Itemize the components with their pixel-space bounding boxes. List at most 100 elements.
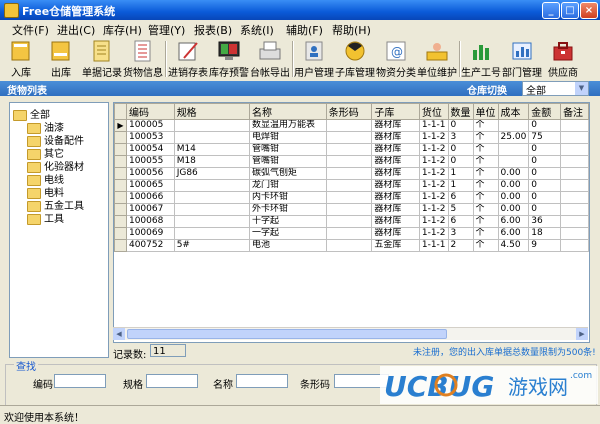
table-cell[interactable]: 一字起 [249, 227, 327, 240]
scroll-right-icon[interactable]: ▶ [576, 328, 588, 340]
table-cell[interactable] [560, 227, 589, 240]
column-header[interactable]: 货位 [418, 103, 449, 120]
menu-stock[interactable]: 库存(H) [103, 22, 142, 38]
column-header[interactable]: 备注 [560, 103, 589, 120]
table-cell[interactable]: 外卡环钳 [249, 203, 327, 216]
table-cell[interactable] [325, 131, 373, 144]
table-cell[interactable]: 1-1-1 [418, 239, 449, 252]
table-cell[interactable]: 个 [472, 131, 499, 144]
table-cell[interactable]: 器材库 [371, 191, 420, 204]
spec-field[interactable] [146, 374, 198, 388]
table-cell[interactable]: JG86 [173, 167, 251, 180]
table-cell[interactable]: 个 [472, 203, 499, 216]
table-cell[interactable]: 十字起 [249, 215, 327, 228]
table-cell[interactable] [497, 119, 530, 132]
menu-system[interactable]: 系统(I) [240, 22, 274, 38]
scroll-thumb[interactable] [127, 329, 447, 339]
table-cell[interactable] [560, 143, 589, 156]
table-cell[interactable]: 个 [472, 227, 499, 240]
table-cell[interactable]: 0.00 [497, 191, 530, 204]
in-stock-button[interactable]: 入库 [2, 38, 40, 80]
table-cell[interactable]: 6 [447, 215, 474, 228]
column-header[interactable]: 数量 [447, 103, 474, 120]
table-cell[interactable]: 100055 [125, 155, 175, 168]
table-cell[interactable]: 个 [472, 239, 499, 252]
menu-manage[interactable]: 管理(Y) [148, 22, 185, 38]
table-cell[interactable]: 1-1-2 [418, 203, 449, 216]
sub-store-button[interactable]: 子库管理 [335, 38, 375, 80]
table-cell[interactable] [173, 119, 251, 132]
table-cell[interactable]: 6.00 [497, 215, 530, 228]
table-cell[interactable] [497, 155, 530, 168]
table-cell[interactable]: 1-1-2 [418, 131, 449, 144]
column-header[interactable]: 单位 [472, 103, 499, 120]
table-cell[interactable]: 器材库 [371, 215, 420, 228]
report-button[interactable]: 进销存表 [168, 38, 208, 80]
table-cell[interactable]: 器材库 [371, 143, 420, 156]
table-cell[interactable] [173, 203, 251, 216]
table-cell[interactable] [560, 215, 589, 228]
column-header[interactable]: 金额 [528, 103, 562, 120]
table-cell[interactable] [560, 167, 589, 180]
stock-warning-button[interactable]: 库存预警 [209, 38, 249, 80]
row-indicator[interactable] [114, 239, 127, 252]
table-cell[interactable]: 0 [447, 143, 474, 156]
production-no-button[interactable]: 生产工号 [461, 38, 501, 80]
table-cell[interactable]: 数显温用万能表 [249, 119, 327, 132]
column-header[interactable]: 编码 [125, 103, 175, 120]
table-cell[interactable] [173, 131, 251, 144]
table-cell[interactable]: M14 [173, 143, 251, 156]
table-cell[interactable] [497, 143, 530, 156]
table-cell[interactable]: 器材库 [371, 179, 420, 192]
unit-button[interactable]: 单位维护 [417, 38, 457, 80]
table-cell[interactable]: 个 [472, 179, 499, 192]
table-cell[interactable]: 1 [447, 167, 474, 180]
table-cell[interactable]: 个 [472, 155, 499, 168]
table-cell[interactable]: 100005 [125, 119, 175, 132]
table-cell[interactable] [325, 239, 373, 252]
maximize-button[interactable]: □ [561, 2, 579, 19]
table-cell[interactable]: 25.00 [497, 131, 530, 144]
table-cell[interactable]: 个 [472, 119, 499, 132]
table-cell[interactable]: 个 [472, 143, 499, 156]
table-cell[interactable]: 0 [447, 155, 474, 168]
table-cell[interactable]: 100066 [125, 191, 175, 204]
table-cell[interactable]: 100068 [125, 215, 175, 228]
row-indicator[interactable] [114, 227, 127, 240]
table-cell[interactable]: 75 [528, 131, 562, 144]
row-indicator[interactable] [114, 131, 127, 144]
table-cell[interactable]: 6.00 [497, 227, 530, 240]
table-cell[interactable] [173, 179, 251, 192]
row-indicator[interactable] [114, 167, 127, 180]
table-cell[interactable]: 0 [528, 119, 562, 132]
table-cell[interactable] [325, 167, 373, 180]
table-cell[interactable] [325, 227, 373, 240]
table-cell[interactable]: 3 [447, 227, 474, 240]
table-cell[interactable]: 1-1-2 [418, 191, 449, 204]
table-cell[interactable]: 1-1-2 [418, 227, 449, 240]
scroll-left-icon[interactable]: ◀ [113, 328, 125, 340]
doc-record-button[interactable]: 单据记录 [82, 38, 122, 80]
table-row[interactable]: 100066 内卡环钳 器材库 1-1-2 6 个 0.00 0 [114, 191, 589, 204]
table-cell[interactable] [325, 203, 373, 216]
table-cell[interactable]: 个 [472, 167, 499, 180]
table-cell[interactable] [325, 215, 373, 228]
table-cell[interactable] [325, 155, 373, 168]
table-cell[interactable]: 器材库 [371, 155, 420, 168]
table-cell[interactable]: 0 [528, 155, 562, 168]
column-header[interactable]: 成本 [497, 103, 530, 120]
category-button[interactable]: @ 物资分类 [376, 38, 416, 80]
table-cell[interactable]: 5# [173, 239, 251, 252]
table-cell[interactable]: 100053 [125, 131, 175, 144]
warehouse-select[interactable]: 全部 ▼ [522, 81, 589, 97]
table-cell[interactable]: 1-1-2 [418, 167, 449, 180]
goods-info-button[interactable]: 货物信息 [123, 38, 163, 80]
table-cell[interactable]: 100056 [125, 167, 175, 180]
table-cell[interactable]: 0.00 [497, 203, 530, 216]
table-cell[interactable]: 0 [528, 191, 562, 204]
table-cell[interactable] [173, 191, 251, 204]
table-row[interactable]: ▶ 100005 数显温用万能表 器材库 1-1-1 0 个 0 [114, 119, 589, 132]
row-indicator[interactable] [114, 179, 127, 192]
table-cell[interactable]: 100054 [125, 143, 175, 156]
table-cell[interactable]: 器材库 [371, 203, 420, 216]
